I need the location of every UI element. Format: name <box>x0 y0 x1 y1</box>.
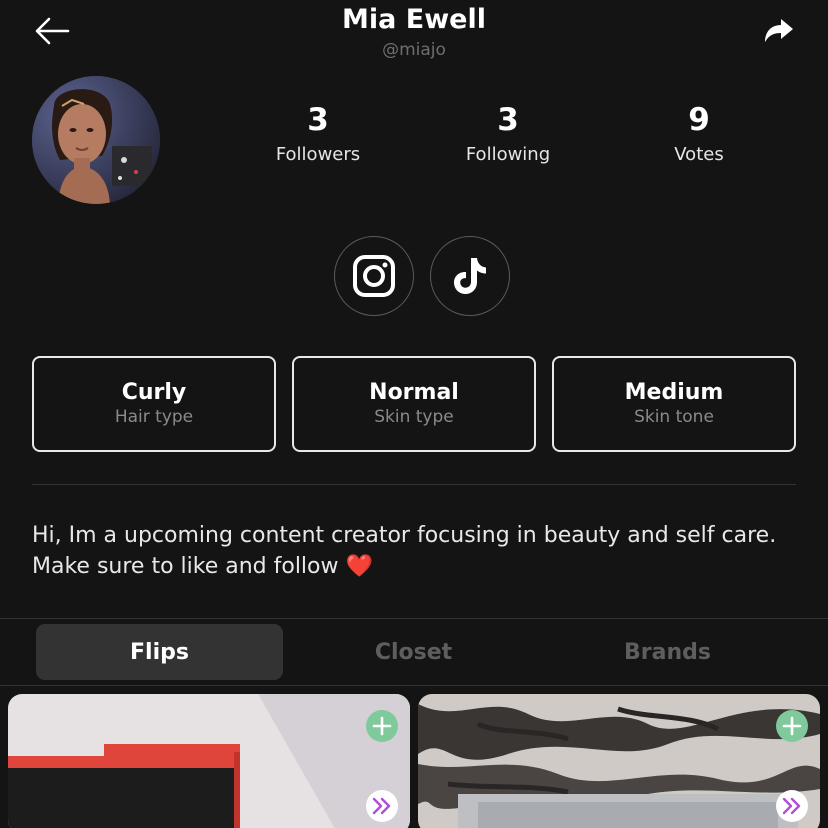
followers-label: Followers <box>275 144 361 165</box>
avatar-photo <box>32 76 160 204</box>
votes-count: 9 <box>688 102 710 138</box>
section-divider <box>32 484 796 485</box>
skin-tone-label: Skin tone <box>634 407 714 427</box>
double-chevron-right-icon <box>782 797 801 815</box>
hair-type-label: Hair type <box>114 407 194 427</box>
following-count: 3 <box>497 102 519 138</box>
plus-icon <box>372 716 392 736</box>
following-label: Following <box>465 144 551 165</box>
tabs-divider-bottom <box>0 685 828 686</box>
instagram-button[interactable] <box>334 236 414 316</box>
skin-type-card: Normal Skin type <box>292 356 536 452</box>
tab-closet[interactable]: Closet <box>290 624 537 680</box>
tiktok-button[interactable] <box>430 236 510 316</box>
share-arrow-icon <box>765 19 793 42</box>
flip-thumbnail <box>418 694 820 828</box>
votes-stat[interactable]: 9 Votes <box>619 100 779 165</box>
bio-text: Hi, Im a upcoming content creator focusi… <box>32 523 777 579</box>
profile-bio: Hi, Im a upcoming content creator focusi… <box>32 520 802 582</box>
heart-emoji: ❤️ <box>345 554 373 579</box>
flip-card[interactable] <box>8 694 410 828</box>
followers-count: 3 <box>307 102 329 138</box>
add-button[interactable] <box>366 710 398 742</box>
flip-thumbnail <box>8 694 410 828</box>
tab-flips[interactable]: Flips <box>36 624 283 680</box>
instagram-icon <box>353 255 395 297</box>
tab-brands[interactable]: Brands <box>544 624 791 680</box>
profile-header: Mia Ewell @miajo <box>0 0 828 70</box>
next-button[interactable] <box>776 790 808 822</box>
skin-type-label: Skin type <box>374 407 454 427</box>
double-chevron-right-icon <box>372 797 391 815</box>
votes-label: Votes <box>674 144 724 165</box>
skin-type-value: Normal <box>369 380 459 405</box>
next-button[interactable] <box>366 790 398 822</box>
followers-stat[interactable]: 3 Followers <box>238 100 398 165</box>
tabs-divider-top <box>0 618 828 619</box>
hair-type-card: Curly Hair type <box>32 356 276 452</box>
hair-type-value: Curly <box>121 380 187 405</box>
skin-tone-card: Medium Skin tone <box>552 356 796 452</box>
flip-card[interactable] <box>418 694 820 828</box>
profile-handle: @miajo <box>382 40 446 60</box>
plus-icon <box>782 716 802 736</box>
avatar[interactable] <box>32 76 160 204</box>
skin-tone-value: Medium <box>624 380 724 405</box>
share-button[interactable] <box>762 18 796 48</box>
add-button[interactable] <box>776 710 808 742</box>
tiktok-icon <box>454 258 486 294</box>
following-stat[interactable]: 3 Following <box>428 100 588 165</box>
profile-name: Mia Ewell <box>342 4 486 35</box>
